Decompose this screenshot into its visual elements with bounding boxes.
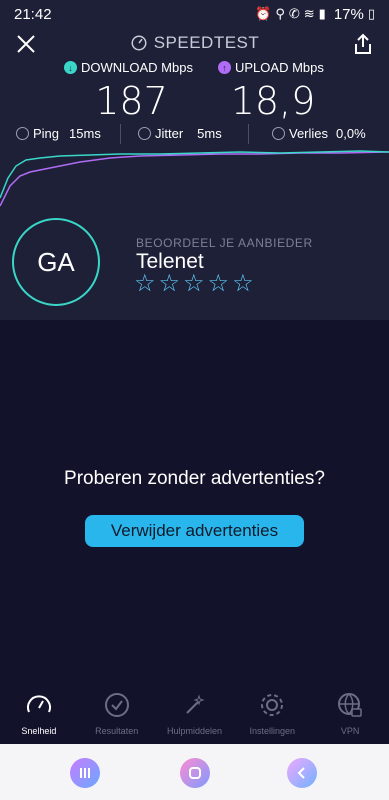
tab-label: Hulpmiddelen <box>166 726 223 736</box>
wifi-icon: ≋ <box>303 6 315 21</box>
download-metric: ↓ DOWNLOAD Mbps 187 <box>64 60 199 123</box>
speedometer-icon <box>26 695 51 713</box>
status-bar: 21:42 ⏰ ⚲ ✆ ≋ ▮ 17% ▯ <box>0 0 389 28</box>
ping-icon <box>16 127 29 140</box>
tab-label: Instellingen <box>249 726 296 736</box>
tab-snelheid[interactable]: Snelheid <box>0 690 78 744</box>
location-icon: ⚲ <box>275 6 285 21</box>
star-icon[interactable]: ☆ <box>232 272 254 296</box>
status-time: 21:42 <box>14 5 52 23</box>
globe-lock-icon <box>338 693 362 717</box>
back-icon <box>297 767 305 779</box>
back-button[interactable] <box>287 758 317 788</box>
star-icon[interactable]: ☆ <box>159 272 181 296</box>
promo-text: Proberen zonder advertenties? <box>64 468 325 489</box>
divider <box>120 124 121 144</box>
ping-stat: Ping 15ms <box>16 126 101 141</box>
speed-graph <box>0 150 389 207</box>
upload-value: 18,9 <box>230 79 316 123</box>
isp-avatar: GA <box>12 218 100 306</box>
download-label: DOWNLOAD Mbps <box>81 60 193 75</box>
jitter-value: 5ms <box>197 126 222 141</box>
jitter-stat: Jitter 5ms <box>138 126 222 141</box>
loss-label: Verlies <box>289 126 329 141</box>
gear-icon <box>261 694 284 716</box>
star-icon[interactable]: ☆ <box>134 272 156 296</box>
upload-label: UPLOAD Mbps <box>235 60 324 75</box>
upload-arrow-icon: ↑ <box>218 61 231 74</box>
download-arrow-icon: ↓ <box>64 61 77 74</box>
divider <box>248 124 249 144</box>
loss-value: 0,0% <box>336 126 366 141</box>
download-value: 187 <box>95 79 168 123</box>
signal-icon: ▮ <box>318 6 326 21</box>
share-icon[interactable] <box>351 32 375 56</box>
app-title: SPEEDTEST <box>153 33 260 52</box>
recent-apps-icon <box>80 768 90 778</box>
jitter-label: Jitter <box>155 126 184 141</box>
rating-stars[interactable]: ☆ ☆ ☆ ☆ ☆ <box>134 272 254 296</box>
tab-instellingen[interactable]: Instellingen <box>233 690 311 744</box>
star-icon[interactable]: ☆ <box>208 272 230 296</box>
tab-hulpmiddelen[interactable]: Hulpmiddelen <box>156 690 234 744</box>
loss-stat: Verlies 0,0% <box>272 126 366 141</box>
bottom-tab-bar: Snelheid Resultaten Hulpmiddelen Instell… <box>0 690 389 744</box>
app-header: SPEEDTEST <box>0 28 389 60</box>
packet-loss-icon <box>272 127 285 140</box>
ping-value: 15ms <box>69 126 101 141</box>
alarm-icon: ⏰ <box>255 6 272 21</box>
magic-wand-icon <box>186 694 206 714</box>
recent-apps-button[interactable] <box>70 758 100 788</box>
home-button[interactable] <box>180 758 210 788</box>
results-panel: ↓ DOWNLOAD Mbps 187 ↑ UPLOAD Mbps 18,9 P… <box>0 60 389 320</box>
download-graph-line <box>0 150 389 199</box>
ping-label: Ping <box>33 126 60 141</box>
tab-label: Snelheid <box>21 726 57 736</box>
stats-row: Ping 15ms Jitter 5ms Verlies 0,0% <box>0 124 389 146</box>
tab-label: Resultaten <box>95 726 139 736</box>
tab-vpn[interactable]: VPN <box>311 690 389 744</box>
tab-resultaten[interactable]: Resultaten <box>78 690 156 744</box>
check-circle-icon <box>104 693 129 717</box>
upload-metric: ↑ UPLOAD Mbps 18,9 <box>218 60 328 123</box>
tab-label: VPN <box>340 726 360 736</box>
upload-graph-line <box>0 151 389 207</box>
battery-icon: ▯ <box>367 6 375 21</box>
home-icon <box>189 767 201 779</box>
battery-level: 17% <box>333 5 364 23</box>
system-nav-bar <box>0 744 389 800</box>
speedtest-logo: SPEEDTEST <box>0 33 389 53</box>
remove-ads-button[interactable]: Verwijder advertenties <box>85 515 304 547</box>
gauge-icon <box>131 35 147 51</box>
star-icon[interactable]: ☆ <box>183 272 205 296</box>
rate-provider-label: BEOORDEEL JE AANBIEDER <box>136 236 313 250</box>
jitter-icon <box>138 127 151 140</box>
wifi-call-icon: ✆ <box>288 6 300 21</box>
